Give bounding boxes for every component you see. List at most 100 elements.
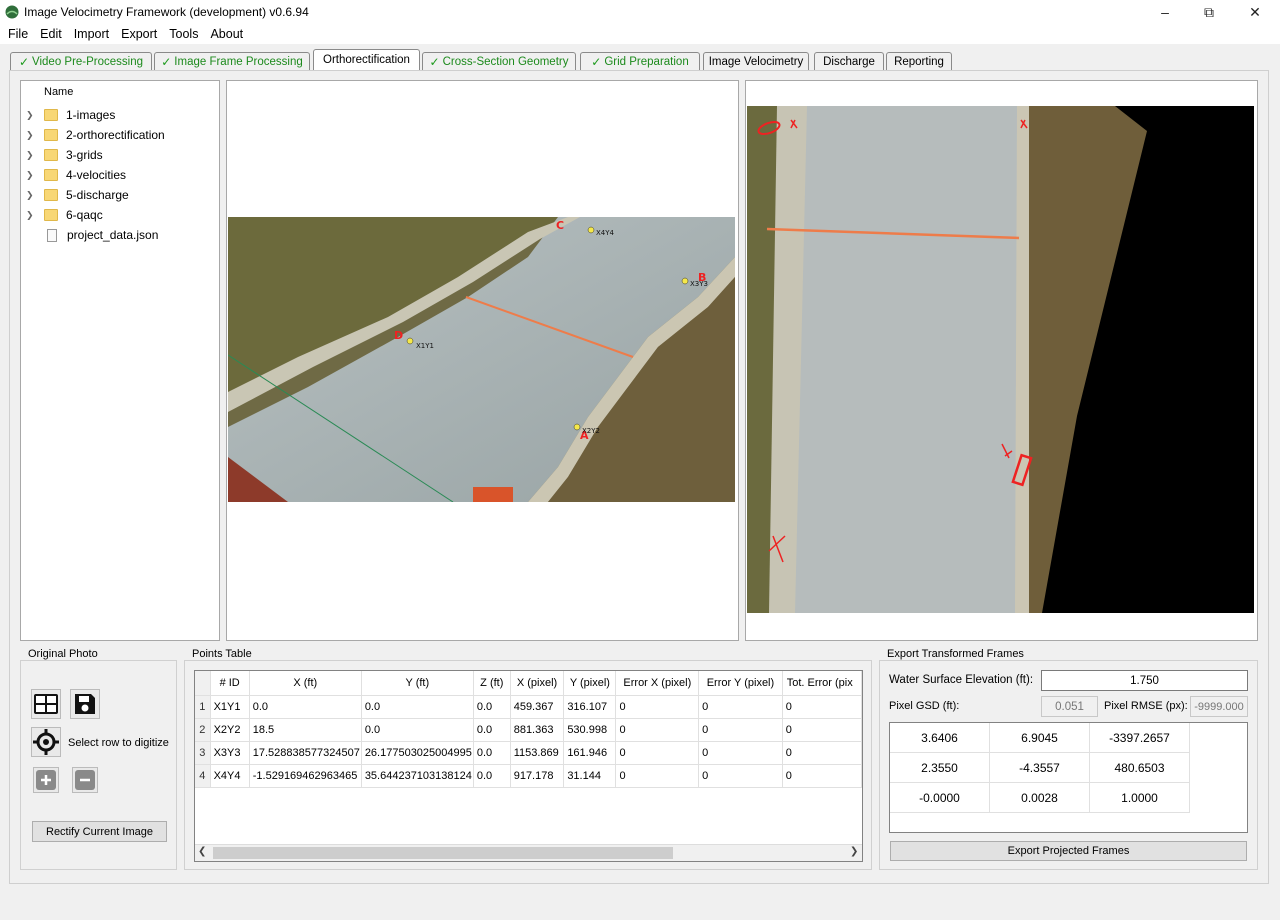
save-icon[interactable] [70,689,100,719]
table-row[interactable]: 4 X4Y4 -1.529169462963465 35.64423710313812… [195,764,862,788]
table-cell[interactable]: 0.0 [473,718,511,742]
table-cell[interactable]: X4Y4 [210,764,250,788]
rectified-frame-image[interactable] [747,106,1254,613]
table-cell[interactable]: 0.0 [249,695,362,719]
matrix-cell[interactable]: 6.9045 [990,723,1090,753]
close-icon[interactable]: ✕ [1232,0,1278,24]
tab-video-pre-processing[interactable]: ✓ Video Pre-Processing [10,52,152,70]
table-row[interactable]: 2 X2Y2 18.5 0.0 0.0 881.363 530.998 0 0 0 [195,718,862,742]
table-cell[interactable]: 917.178 [510,764,565,788]
table-cell[interactable]: X1Y1 [210,695,250,719]
tree-item[interactable]: ❯ 6-qaqc [26,205,103,225]
table-cell[interactable]: 0 [698,764,783,788]
table-cell[interactable]: 0 [698,695,783,719]
crosshair-icon[interactable] [31,727,61,757]
tab-grid-preparation[interactable]: ✓ Grid Preparation [580,52,700,70]
tab-reporting[interactable]: Reporting [886,52,952,70]
chevron-right-icon[interactable]: ❯ [26,150,40,161]
row-number[interactable]: 2 [195,718,211,742]
table-cell[interactable]: 0.0 [473,764,511,788]
scroll-right-icon[interactable]: ❯ [850,846,858,857]
chevron-right-icon[interactable]: ❯ [26,190,40,201]
table-cell[interactable]: 17.528838577324507 [249,741,362,765]
tree-item[interactable]: ❯ 2-orthorectification [26,125,165,145]
column-header[interactable]: Z (ft) [473,671,511,696]
points-table[interactable]: # ID X (ft) Y (ft) Z (ft) X (pixel) Y (p… [194,670,863,862]
scrollbar-thumb[interactable] [213,847,673,859]
table-cell[interactable]: 316.107 [563,695,617,719]
scroll-left-icon[interactable]: ❮ [198,846,206,857]
table-cell[interactable]: 0 [698,741,783,765]
row-number[interactable]: 1 [195,695,211,719]
matrix-cell[interactable]: 1.0000 [1090,783,1190,813]
table-grid-icon[interactable] [31,689,61,719]
table-cell[interactable]: 0.0 [361,695,474,719]
menu-about[interactable]: About [204,27,249,41]
tree-item[interactable]: ❯ 4-velocities [26,165,126,185]
table-cell[interactable]: 0.0 [361,718,474,742]
original-frame-image[interactable]: C X4Y4 B X3Y3 D X1Y1 A X2Y2 [228,217,735,502]
tree-item[interactable]: ❯ 1-images [26,105,115,125]
column-header[interactable]: Tot. Error (pix [782,671,862,696]
table-cell[interactable]: 0 [782,695,862,719]
menu-file[interactable]: File [2,27,34,41]
table-cell[interactable]: 0.0 [473,741,511,765]
column-header[interactable]: X (pixel) [510,671,565,696]
chevron-right-icon[interactable]: ❯ [26,110,40,121]
table-cell[interactable]: 31.144 [563,764,617,788]
column-header[interactable]: Y (pixel) [563,671,617,696]
column-header[interactable]: Error Y (pixel) [698,671,783,696]
matrix-cell[interactable]: -3397.2657 [1090,723,1190,753]
table-cell[interactable]: 0 [782,764,862,788]
menu-tools[interactable]: Tools [163,27,204,41]
table-cell[interactable]: 1153.869 [510,741,565,765]
table-row[interactable]: 1 X1Y1 0.0 0.0 0.0 459.367 316.107 0 0 0 [195,695,862,719]
remove-point-icon[interactable] [72,767,98,793]
tab-image-velocimetry[interactable]: Image Velocimetry [703,52,809,70]
column-header[interactable]: Y (ft) [361,671,474,696]
restore-icon[interactable]: ⧉ [1186,0,1232,24]
table-cell[interactable]: 0 [615,764,700,788]
menu-export[interactable]: Export [115,27,163,41]
wse-field[interactable]: 1.750 [1041,670,1248,691]
export-projected-frames-button[interactable]: Export Projected Frames [890,841,1247,861]
column-header[interactable]: Error X (pixel) [615,671,700,696]
tab-orthorectification[interactable]: Orthorectification [313,49,420,70]
matrix-cell[interactable]: 0.0028 [990,783,1090,813]
row-number[interactable]: 4 [195,764,211,788]
tree-item[interactable]: ❯ 5-discharge [26,185,129,205]
table-cell[interactable]: 26.177503025004995 [361,741,474,765]
table-cell[interactable]: 0 [698,718,783,742]
minimize-icon[interactable]: – [1142,0,1188,24]
matrix-cell[interactable]: -4.3557 [990,753,1090,783]
table-cell[interactable]: 35.644237103138124 [361,764,474,788]
tab-cross-section-geometry[interactable]: ✓ Cross-Section Geometry [422,52,576,70]
table-cell[interactable]: 18.5 [249,718,362,742]
matrix-cell[interactable]: 2.3550 [890,753,990,783]
menu-import[interactable]: Import [68,27,115,41]
chevron-right-icon[interactable]: ❯ [26,130,40,141]
table-cell[interactable]: 881.363 [510,718,565,742]
matrix-cell[interactable]: -0.0000 [890,783,990,813]
table-cell[interactable]: 0 [615,741,700,765]
matrix-cell[interactable]: 480.6503 [1090,753,1190,783]
column-header[interactable]: # ID [210,671,250,696]
table-row[interactable]: 3 X3Y3 17.528838577324507 26.17750302500499… [195,741,862,765]
add-point-icon[interactable] [33,767,59,793]
column-header[interactable]: X (ft) [249,671,362,696]
chevron-right-icon[interactable]: ❯ [26,170,40,181]
row-number[interactable]: 3 [195,741,211,765]
rectify-current-image-button[interactable]: Rectify Current Image [32,821,167,842]
menu-edit[interactable]: Edit [34,27,68,41]
tab-image-frame-processing[interactable]: ✓ Image Frame Processing [154,52,310,70]
table-cell[interactable]: 0 [782,718,862,742]
table-cell[interactable]: -1.529169462963465 [249,764,362,788]
table-cell[interactable]: 530.998 [563,718,617,742]
transform-matrix[interactable]: 3.6406 6.9045 -3397.2657 2.3550 -4.3557 … [889,722,1248,833]
tab-discharge[interactable]: Discharge [814,52,884,70]
table-cell[interactable]: X2Y2 [210,718,250,742]
table-cell[interactable]: 0.0 [473,695,511,719]
chevron-right-icon[interactable]: ❯ [26,210,40,221]
table-cell[interactable]: 0 [615,718,700,742]
table-cell[interactable]: 161.946 [563,741,617,765]
